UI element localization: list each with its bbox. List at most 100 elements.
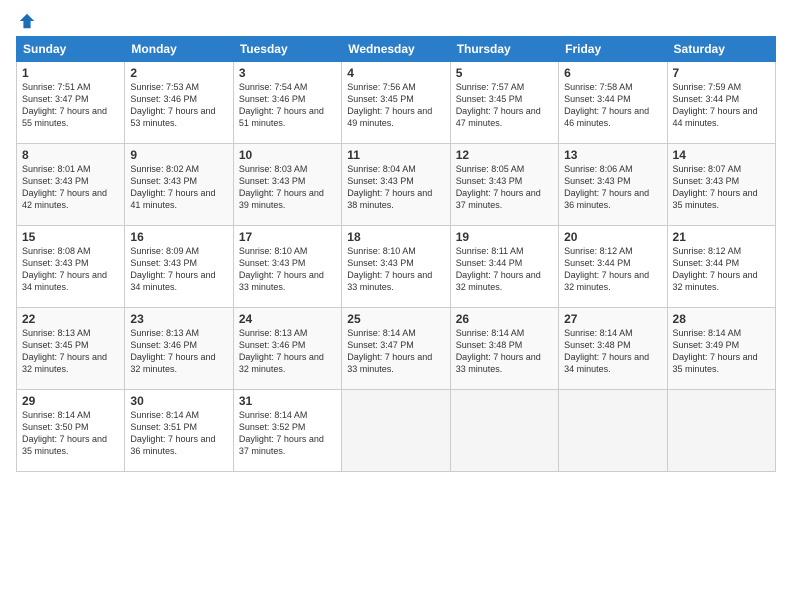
calendar-cell: 20Sunrise: 8:12 AMSunset: 3:44 PMDayligh… <box>559 226 667 308</box>
day-detail: Sunrise: 8:10 AMSunset: 3:43 PMDaylight:… <box>239 245 336 294</box>
calendar-cell: 24Sunrise: 8:13 AMSunset: 3:46 PMDayligh… <box>233 308 341 390</box>
day-number: 1 <box>22 66 119 80</box>
calendar-cell: 1 Sunrise: 7:51 AM Sunset: 3:47 PM Daylight… <box>17 62 125 144</box>
calendar-header-friday: Friday <box>559 37 667 62</box>
calendar-cell: 25Sunrise: 8:14 AMSunset: 3:47 PMDayligh… <box>342 308 450 390</box>
day-detail: Sunrise: 8:14 AMSunset: 3:50 PMDaylight:… <box>22 409 119 458</box>
day-detail: Sunrise: 8:13 AMSunset: 3:46 PMDaylight:… <box>239 327 336 376</box>
calendar-cell: 11Sunrise: 8:04 AMSunset: 3:43 PMDayligh… <box>342 144 450 226</box>
sunset-text: Sunset: 3:43 PM <box>130 176 197 186</box>
calendar-cell <box>559 390 667 472</box>
calendar-cell: 16Sunrise: 8:09 AMSunset: 3:43 PMDayligh… <box>125 226 233 308</box>
day-number: 22 <box>22 312 119 326</box>
day-detail: Sunrise: 8:06 AMSunset: 3:43 PMDaylight:… <box>564 163 661 212</box>
sunset-text: Sunset: 3:50 PM <box>22 422 89 432</box>
daylight-text: Daylight: 7 hours and 55 minutes. <box>22 106 107 128</box>
day-number: 21 <box>673 230 770 244</box>
day-number: 12 <box>456 148 553 162</box>
day-detail: Sunrise: 8:10 AMSunset: 3:43 PMDaylight:… <box>347 245 444 294</box>
sunset-text: Sunset: 3:43 PM <box>456 176 523 186</box>
calendar-cell: 15Sunrise: 8:08 AMSunset: 3:43 PMDayligh… <box>17 226 125 308</box>
calendar-cell <box>342 390 450 472</box>
calendar-cell: 22Sunrise: 8:13 AMSunset: 3:45 PMDayligh… <box>17 308 125 390</box>
daylight-text: Daylight: 7 hours and 39 minutes. <box>239 188 324 210</box>
calendar-cell <box>450 390 558 472</box>
sunrise-text: Sunrise: 8:10 AM <box>239 246 308 256</box>
calendar-header-tuesday: Tuesday <box>233 37 341 62</box>
day-number: 16 <box>130 230 227 244</box>
daylight-text: Daylight: 7 hours and 37 minutes. <box>456 188 541 210</box>
daylight-text: Daylight: 7 hours and 46 minutes. <box>564 106 649 128</box>
calendar-cell: 13Sunrise: 8:06 AMSunset: 3:43 PMDayligh… <box>559 144 667 226</box>
calendar-header-saturday: Saturday <box>667 37 775 62</box>
day-detail: Sunrise: 8:13 AMSunset: 3:45 PMDaylight:… <box>22 327 119 376</box>
daylight-text: Daylight: 7 hours and 35 minutes. <box>673 352 758 374</box>
sunset-text: Sunset: 3:46 PM <box>130 94 197 104</box>
calendar-cell: 29Sunrise: 8:14 AMSunset: 3:50 PMDayligh… <box>17 390 125 472</box>
calendar-cell: 14Sunrise: 8:07 AMSunset: 3:43 PMDayligh… <box>667 144 775 226</box>
calendar-week-row: 22Sunrise: 8:13 AMSunset: 3:45 PMDayligh… <box>17 308 776 390</box>
sunrise-text: Sunrise: 8:12 AM <box>673 246 742 256</box>
day-number: 8 <box>22 148 119 162</box>
calendar-header-monday: Monday <box>125 37 233 62</box>
day-number: 18 <box>347 230 444 244</box>
day-detail: Sunrise: 8:12 AMSunset: 3:44 PMDaylight:… <box>673 245 770 294</box>
sunset-text: Sunset: 3:43 PM <box>673 176 740 186</box>
day-number: 31 <box>239 394 336 408</box>
sunset-text: Sunset: 3:43 PM <box>22 258 89 268</box>
sunrise-text: Sunrise: 8:14 AM <box>130 410 199 420</box>
calendar-cell: 18Sunrise: 8:10 AMSunset: 3:43 PMDayligh… <box>342 226 450 308</box>
sunrise-text: Sunrise: 7:54 AM <box>239 82 308 92</box>
calendar-cell: 3Sunrise: 7:54 AMSunset: 3:46 PMDaylight… <box>233 62 341 144</box>
daylight-text: Daylight: 7 hours and 36 minutes. <box>564 188 649 210</box>
sunset-text: Sunset: 3:52 PM <box>239 422 306 432</box>
calendar-week-row: 1 Sunrise: 7:51 AM Sunset: 3:47 PM Daylight… <box>17 62 776 144</box>
calendar-cell: 26Sunrise: 8:14 AMSunset: 3:48 PMDayligh… <box>450 308 558 390</box>
logo-icon <box>18 12 36 30</box>
day-detail: Sunrise: 8:03 AMSunset: 3:43 PMDaylight:… <box>239 163 336 212</box>
sunset-text: Sunset: 3:43 PM <box>239 258 306 268</box>
calendar-cell: 4Sunrise: 7:56 AMSunset: 3:45 PMDaylight… <box>342 62 450 144</box>
sunrise-text: Sunrise: 7:53 AM <box>130 82 199 92</box>
day-detail: Sunrise: 7:54 AMSunset: 3:46 PMDaylight:… <box>239 81 336 130</box>
sunrise-text: Sunrise: 7:58 AM <box>564 82 633 92</box>
daylight-text: Daylight: 7 hours and 38 minutes. <box>347 188 432 210</box>
page: SundayMondayTuesdayWednesdayThursdayFrid… <box>0 0 792 612</box>
daylight-text: Daylight: 7 hours and 42 minutes. <box>22 188 107 210</box>
calendar-cell: 5Sunrise: 7:57 AMSunset: 3:45 PMDaylight… <box>450 62 558 144</box>
sunset-text: Sunset: 3:49 PM <box>673 340 740 350</box>
calendar-cell: 8Sunrise: 8:01 AMSunset: 3:43 PMDaylight… <box>17 144 125 226</box>
sunrise-text: Sunrise: 8:14 AM <box>564 328 633 338</box>
daylight-text: Daylight: 7 hours and 49 minutes. <box>347 106 432 128</box>
daylight-text: Daylight: 7 hours and 32 minutes. <box>564 270 649 292</box>
sunrise-text: Sunrise: 8:14 AM <box>22 410 91 420</box>
day-detail: Sunrise: 7:51 AM Sunset: 3:47 PM Daylight:… <box>22 81 119 130</box>
sunrise-text: Sunrise: 8:12 AM <box>564 246 633 256</box>
daylight-text: Daylight: 7 hours and 37 minutes. <box>239 434 324 456</box>
sunset-text: Sunset: 3:45 PM <box>456 94 523 104</box>
sunset-text: Sunset: 3:43 PM <box>564 176 631 186</box>
sunrise-text: Sunrise: 7:51 AM <box>22 82 91 92</box>
daylight-text: Daylight: 7 hours and 33 minutes. <box>456 352 541 374</box>
day-number: 3 <box>239 66 336 80</box>
day-number: 14 <box>673 148 770 162</box>
sunset-text: Sunset: 3:48 PM <box>456 340 523 350</box>
day-number: 20 <box>564 230 661 244</box>
calendar-cell: 2Sunrise: 7:53 AMSunset: 3:46 PMDaylight… <box>125 62 233 144</box>
logo <box>16 12 36 30</box>
calendar-cell: 28Sunrise: 8:14 AMSunset: 3:49 PMDayligh… <box>667 308 775 390</box>
header <box>16 12 776 30</box>
day-detail: Sunrise: 7:57 AMSunset: 3:45 PMDaylight:… <box>456 81 553 130</box>
daylight-text: Daylight: 7 hours and 32 minutes. <box>22 352 107 374</box>
sunrise-text: Sunrise: 8:08 AM <box>22 246 91 256</box>
daylight-text: Daylight: 7 hours and 32 minutes. <box>456 270 541 292</box>
day-detail: Sunrise: 8:05 AMSunset: 3:43 PMDaylight:… <box>456 163 553 212</box>
sunset-text: Sunset: 3:47 PM <box>22 94 89 104</box>
sunrise-text: Sunrise: 8:14 AM <box>456 328 525 338</box>
day-detail: Sunrise: 8:14 AMSunset: 3:47 PMDaylight:… <box>347 327 444 376</box>
day-number: 30 <box>130 394 227 408</box>
daylight-text: Daylight: 7 hours and 47 minutes. <box>456 106 541 128</box>
day-number: 27 <box>564 312 661 326</box>
calendar-cell: 27Sunrise: 8:14 AMSunset: 3:48 PMDayligh… <box>559 308 667 390</box>
daylight-text: Daylight: 7 hours and 34 minutes. <box>564 352 649 374</box>
